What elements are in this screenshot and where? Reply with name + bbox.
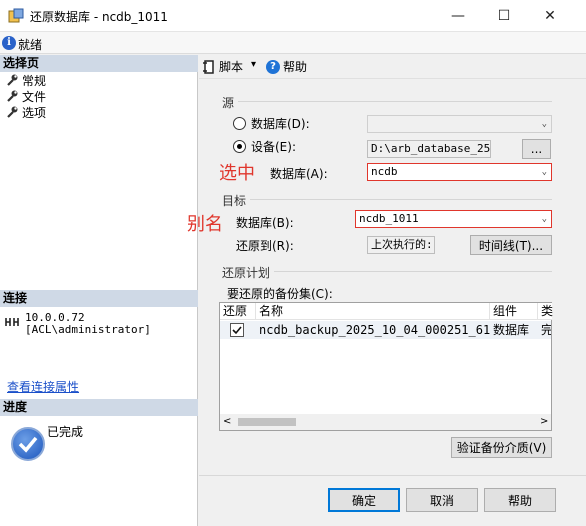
help-label: 帮助 [283,60,308,74]
horizontal-scrollbar[interactable]: < > [220,414,551,430]
help-icon: ? [266,59,280,74]
backup-set-component: 数据库 [493,323,530,337]
bottom-divider [199,475,586,476]
verify-backup-media-button[interactable]: 验证备份介质(V) [451,437,552,458]
restore-checkbox[interactable] [230,323,244,337]
plan-divider [274,271,552,272]
column-header-component[interactable]: 组件 [490,303,538,320]
restore-database-dialog: 还原数据库 - ncdb_1011 — ☐ ✕ i 就绪 选择页 常规 文件 选… [0,0,586,526]
cancel-button[interactable]: 取消 [406,488,478,512]
restore-plan-label: 还原计划 [222,266,271,280]
backup-set-name: ncdb_backup_2025_10_04_000251_6173178 [259,323,490,337]
browse-device-button[interactable]: ... [522,139,551,159]
progress-header: 进度 [0,399,198,416]
device-path-field[interactable]: D:\arb_database_2510 [367,140,491,158]
script-dropdown-icon[interactable]: ▾ [251,59,256,70]
progress-status: 已完成 [47,425,84,439]
title-bar: 还原数据库 - ncdb_1011 — ☐ ✕ [0,0,586,32]
chevron-down-icon: ⌄ [541,167,547,177]
maximize-button[interactable]: ☐ [481,0,527,32]
annotation-selected: 选中 [219,163,255,184]
column-header-type[interactable]: 类 [538,303,553,320]
target-divider [250,199,552,200]
source-database-label: 数据库(A): [270,167,328,181]
completed-check-icon [11,427,45,461]
page-item-label: 常规 [22,73,47,88]
source-database-combo-disabled: ⌄ [367,115,552,133]
annotation-alias: 别名 [187,214,223,235]
page-item-files[interactable]: 文件 [6,88,46,104]
timeline-button[interactable]: 时间线(T)... [470,235,552,255]
source-database-value: ncdb [371,165,398,178]
page-item-options[interactable]: 选项 [6,104,46,120]
minimize-button[interactable]: — [435,0,481,32]
app-icon [8,8,24,23]
scroll-right-icon[interactable]: > [540,416,548,427]
target-database-label: 数据库(B): [236,216,294,230]
info-icon: i [2,36,16,50]
radio-device-label: 设备(E): [251,140,296,154]
scroll-left-icon[interactable]: < [223,416,231,427]
backup-sets-grid[interactable]: 还原 名称 组件 类 ncdb_backup_2025_10_04_000251… [219,302,553,431]
script-label: 脚本 [219,60,244,74]
wrench-icon [7,106,18,118]
checkmark-icon [232,326,242,335]
target-group-label: 目标 [222,194,247,208]
view-connection-properties-link[interactable]: 查看连接属性 [7,378,79,395]
toolbar [199,55,586,79]
column-header-name[interactable]: 名称 [256,303,490,320]
scrollbar-thumb[interactable] [238,418,296,426]
wrench-icon [7,74,18,86]
connection-header: 连接 [0,290,198,307]
wrench-icon [7,90,18,102]
radio-database-label: 数据库(D): [251,117,310,131]
select-page-header: 选择页 [0,55,198,72]
backup-set-type: 完 [541,323,551,337]
page-item-label: 选项 [22,105,47,120]
status-text: 就绪 [18,38,43,52]
connection-user: [ACL\administrator] [25,323,151,336]
backup-sets-label: 要还原的备份集(C): [227,287,333,301]
source-group-label: 源 [222,96,235,110]
status-bar [0,32,586,54]
source-divider [238,101,552,102]
restore-to-label: 还原到(R): [236,239,294,253]
help-toolbar-button[interactable]: ? 帮助 [266,58,307,75]
radio-device[interactable] [233,140,246,153]
radio-database[interactable] [233,117,246,130]
help-button[interactable]: 帮助 [484,488,556,512]
window-title: 还原数据库 - ncdb_1011 [30,10,168,24]
source-database-select[interactable]: ncdb ⌄ [367,163,552,181]
page-item-general[interactable]: 常规 [6,72,46,88]
target-database-input[interactable]: ncdb_1011 ⌄ [355,210,552,228]
page-item-label: 文件 [22,89,47,104]
connection-icon [5,318,19,326]
chevron-down-icon: ⌄ [541,214,547,224]
close-button[interactable]: ✕ [527,0,573,32]
restore-to-field: 上次执行的: [367,236,435,254]
ok-button[interactable]: 确定 [328,488,400,512]
column-header-restore[interactable]: 还原 [220,303,256,320]
script-icon [203,59,214,74]
target-database-value: ncdb_1011 [359,212,419,225]
script-button[interactable]: 脚本 [202,58,243,75]
